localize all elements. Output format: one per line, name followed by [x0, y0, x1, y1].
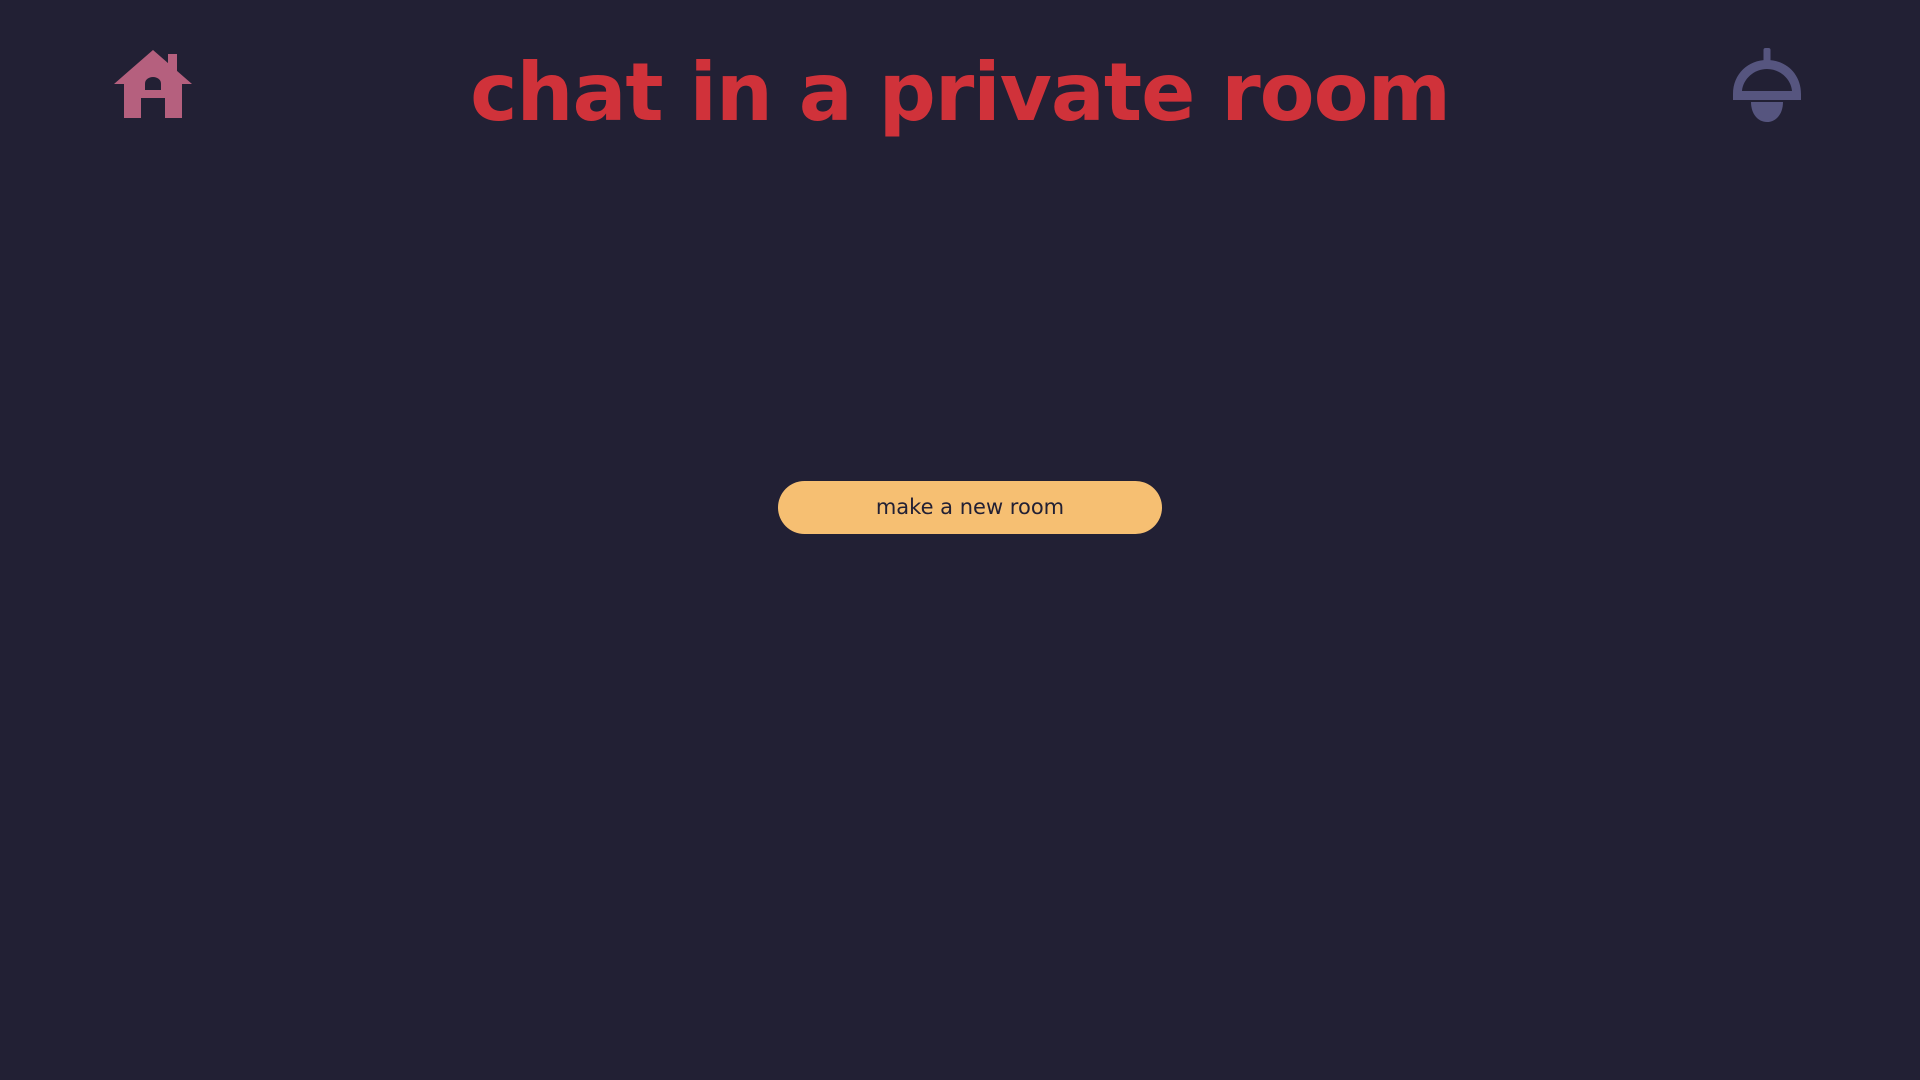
page-title: chat in a private room	[470, 46, 1451, 139]
theme-toggle[interactable]	[1728, 48, 1806, 124]
new-room-button[interactable]: make a new room	[778, 481, 1162, 534]
ceiling-lamp-icon	[1728, 48, 1806, 124]
